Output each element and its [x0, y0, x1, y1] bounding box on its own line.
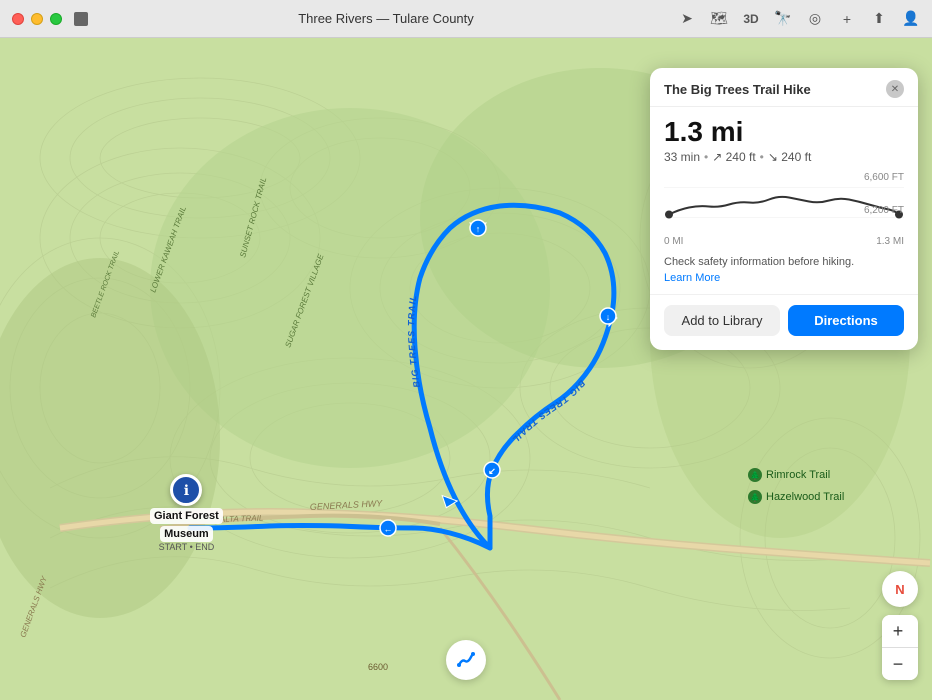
trail-icon-button[interactable] — [446, 640, 486, 680]
svg-text:↑: ↑ — [476, 224, 481, 234]
zoom-controls: + − — [882, 615, 918, 680]
safety-note: Check safety information before hiking. — [664, 255, 904, 270]
info-card: The Big Trees Trail Hike ✕ 1.3 mi 33 min… — [650, 68, 918, 350]
directions-button[interactable]: Directions — [788, 305, 904, 336]
svg-text:↓: ↓ — [606, 312, 611, 322]
maximize-button[interactable] — [50, 13, 62, 25]
card-header: The Big Trees Trail Hike ✕ — [650, 68, 918, 107]
share-icon[interactable]: ⬆ — [870, 10, 888, 28]
window-icon — [74, 12, 88, 26]
map-controls: N + − — [882, 571, 918, 680]
add-to-library-button[interactable]: Add to Library — [664, 305, 780, 336]
hazelwood-label: Hazelwood Trail — [766, 491, 844, 503]
elevation-x-labels: 0 MI 1.3 MI — [664, 236, 904, 247]
museum-icon: ℹ — [170, 474, 202, 506]
elevation-chart: 6,600 FT 6,200 FT — [664, 172, 904, 232]
map-icon[interactable]: 🗺 — [710, 10, 728, 28]
rimrock-label: Rimrock Trail — [766, 469, 830, 481]
3d-icon[interactable]: 3D — [742, 10, 760, 28]
map[interactable]: GENERALS HWY ALTA TRAIL ↑ ↓ ↙ ← BIG — [0, 38, 932, 700]
svg-text:↙: ↙ — [488, 466, 496, 476]
card-close-button[interactable]: ✕ — [886, 80, 904, 98]
rimrock-icon — [748, 468, 762, 482]
trail-icon — [455, 649, 477, 671]
hazelwood-icon — [748, 490, 762, 504]
elev-x-start: 0 MI — [664, 236, 683, 247]
zoom-in-button[interactable]: + — [882, 615, 914, 647]
navigation-icon[interactable]: ➤ — [678, 10, 696, 28]
trail-distance: 1.3 mi — [664, 117, 904, 148]
elevation-up: 240 ft — [712, 150, 755, 164]
window-title: Three Rivers — Tulare County — [94, 11, 678, 26]
account-icon[interactable]: 👤 — [902, 10, 920, 28]
elevation-down: 240 ft — [768, 150, 811, 164]
rimrock-trail-marker[interactable]: Rimrock Trail — [748, 468, 830, 482]
elevation-high-label: 6,600 FT — [864, 172, 904, 183]
minimize-button[interactable] — [31, 13, 43, 25]
close-button[interactable] — [12, 13, 24, 25]
sep2: • — [760, 150, 764, 164]
museum-name: Giant Forest — [150, 508, 223, 524]
titlebar-actions: ➤ 🗺 3D 🔭 ◎ + ⬆ 👤 — [678, 10, 920, 28]
faceid-icon[interactable]: ◎ — [806, 10, 824, 28]
elev-x-end: 1.3 MI — [876, 236, 904, 247]
binoculars-icon[interactable]: 🔭 — [774, 10, 792, 28]
card-body: 1.3 mi 33 min • 240 ft • 240 ft 6,600 FT — [650, 107, 918, 284]
svg-text:ALTA TRAIL: ALTA TRAIL — [219, 513, 264, 524]
svg-text:6600: 6600 — [368, 662, 388, 672]
traffic-lights — [12, 13, 62, 25]
trail-stats: 33 min • 240 ft • 240 ft — [664, 150, 904, 164]
compass-label: N — [895, 582, 904, 597]
hazelwood-trail-marker[interactable]: Hazelwood Trail — [748, 490, 844, 504]
time-stat: 33 min — [664, 150, 700, 164]
titlebar: Three Rivers — Tulare County ➤ 🗺 3D 🔭 ◎ … — [0, 0, 932, 38]
museum-name2: Museum — [160, 526, 213, 542]
learn-more-link[interactable]: Learn More — [664, 272, 904, 284]
elevation-low-label: 6,200 FT — [864, 205, 904, 216]
zoom-out-button[interactable]: − — [882, 648, 914, 680]
card-title: The Big Trees Trail Hike — [664, 82, 811, 97]
add-icon[interactable]: + — [838, 10, 856, 28]
compass-button[interactable]: N — [882, 571, 918, 607]
museum-marker[interactable]: ℹ Giant Forest Museum START • END — [150, 474, 223, 552]
card-actions: Add to Library Directions — [650, 294, 918, 350]
svg-text:←: ← — [384, 524, 393, 534]
museum-sublabel: START • END — [159, 542, 215, 552]
sep1: • — [704, 150, 708, 164]
